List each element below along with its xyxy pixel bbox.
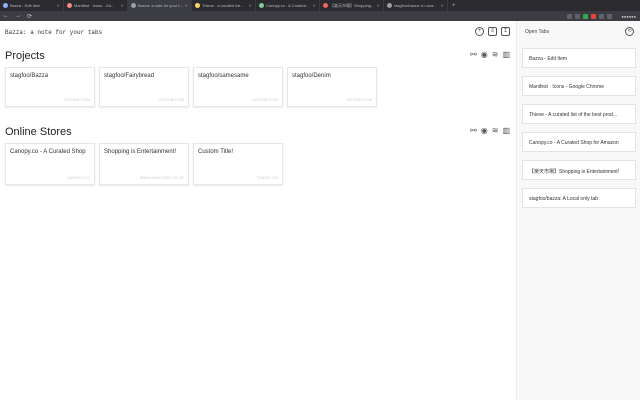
open-tab-item[interactable]: Canopy.co - A Curated Shop for Amazon bbox=[522, 132, 636, 152]
close-icon[interactable]: ✕ bbox=[441, 3, 444, 8]
browser-tab[interactable]: 【楽天市場】Shopping... ✕ bbox=[320, 0, 384, 11]
card-url: GITHUB.COM bbox=[346, 97, 372, 102]
tab-card[interactable]: Custom Title! THIEVE.CO bbox=[193, 143, 283, 185]
browser-tab[interactable]: Bazza - Edit Item ✕ bbox=[0, 0, 64, 11]
tab-favicon-icon bbox=[131, 3, 136, 8]
open-tab-item[interactable]: Manifest · Icons - Google Chrome bbox=[522, 76, 636, 96]
card-title: stagfoo/samesame bbox=[198, 73, 249, 79]
card-url: CANOPY.CO bbox=[66, 175, 91, 180]
browser-tab[interactable]: Thieve - a curated list... ✕ bbox=[192, 0, 256, 11]
extensions-area bbox=[566, 13, 618, 19]
link-icon[interactable]: ⚯ bbox=[470, 126, 477, 135]
tab-favicon-icon bbox=[3, 3, 8, 8]
layers-icon[interactable]: ≋ bbox=[492, 50, 499, 59]
open-tabs-sidebar: Open Tabs ⟲ Bazza - Edit Item Manifest ·… bbox=[516, 21, 640, 400]
close-icon[interactable]: ✕ bbox=[313, 3, 316, 8]
extension-icon[interactable] bbox=[574, 13, 580, 19]
section-actions: ⚯ ◉ ≋ ▥ bbox=[470, 126, 510, 135]
open-tab-item[interactable]: Bazza - Edit Item bbox=[522, 48, 636, 68]
trash-icon[interactable]: ▥ bbox=[502, 50, 510, 59]
tab-card[interactable]: Shopping is Entertainment! WWW.RAKUTEN.CO… bbox=[99, 143, 189, 185]
tab-favicon-icon bbox=[323, 3, 328, 8]
close-icon[interactable]: ✕ bbox=[249, 3, 252, 8]
eye-icon[interactable]: ◉ bbox=[481, 50, 488, 59]
tab-card[interactable]: stagfoo/Denim GITHUB.COM bbox=[287, 67, 377, 107]
browser-tab-strip: Bazza - Edit Item ✕ Manifest · Icons - Go… bbox=[0, 0, 640, 11]
card-title: stagfoo/Denim bbox=[292, 73, 331, 79]
open-tabs-list: Bazza - Edit Item Manifest · Icons - Goo… bbox=[522, 48, 636, 216]
tab-favicon-icon bbox=[67, 3, 72, 8]
close-icon[interactable]: ✕ bbox=[377, 3, 380, 8]
extension-icon[interactable] bbox=[566, 13, 572, 19]
browser-tab-title: Manifest · Icons - Go... bbox=[74, 3, 115, 8]
app-title: Bazza: a note for your tabs bbox=[5, 28, 103, 36]
browser-tab-title: Canopy.co - A Curated... bbox=[266, 3, 310, 8]
section-title: Online Stores bbox=[5, 126, 72, 138]
tab-favicon-icon bbox=[387, 3, 392, 8]
card-title: stagfoo/Bazza bbox=[10, 73, 49, 79]
card-url: GITHUB.COM bbox=[158, 97, 184, 102]
browser-tab-title: Thieve - a curated list... bbox=[202, 3, 244, 8]
card-title: Custom Title! bbox=[198, 149, 234, 155]
eye-icon[interactable]: ◉ bbox=[481, 126, 488, 135]
layers-icon[interactable]: ≋ bbox=[492, 126, 499, 135]
app-header-actions: + ≡ ↥ bbox=[475, 27, 510, 36]
tab-card[interactable]: stagfoo/Fairybread GITHUB.COM bbox=[99, 67, 189, 107]
tab-favicon-icon bbox=[259, 3, 264, 8]
section-online-stores: Online Stores ⚯ ◉ ≋ ▥ Canopy.co - A Cura… bbox=[0, 124, 516, 188]
browser-tab-title: 【楽天市場】Shopping... bbox=[330, 2, 375, 8]
open-tab-item[interactable]: Thieve - A curated list of the best prod… bbox=[522, 104, 636, 124]
browser-tab-title: Bazza - Edit Item bbox=[10, 3, 41, 8]
card-title: Shopping is Entertainment! bbox=[104, 149, 177, 155]
card-title: Canopy.co - A Curated Shop bbox=[10, 149, 86, 155]
refresh-icon[interactable]: ⟲ bbox=[625, 27, 634, 36]
app-header: Bazza: a note for your tabs + ≡ ↥ bbox=[0, 21, 516, 43]
back-icon[interactable]: ← bbox=[0, 13, 12, 19]
browser-tab[interactable]: Canopy.co - A Curated... ✕ bbox=[256, 0, 320, 11]
section-actions: ⚯ ◉ ≋ ▥ bbox=[470, 50, 510, 59]
plus-circle-icon[interactable]: + bbox=[475, 27, 484, 36]
close-icon[interactable]: ✕ bbox=[57, 3, 60, 8]
extension-icon[interactable] bbox=[598, 13, 604, 19]
section-title: Projects bbox=[5, 50, 45, 62]
close-icon[interactable]: ✕ bbox=[185, 3, 188, 8]
open-tab-item[interactable]: 【楽天市場】Shopping is Entertainment! bbox=[522, 160, 636, 180]
tab-card[interactable]: stagfoo/samesame GITHUB.COM bbox=[193, 67, 283, 107]
card-url: GITHUB.COM bbox=[252, 97, 278, 102]
browser-toolbar: ← → ⟳ ●●●●●● bbox=[0, 11, 640, 21]
extension-icon[interactable] bbox=[582, 13, 588, 19]
card-url: WWW.RAKUTEN.CO.JP bbox=[139, 175, 184, 180]
forward-icon[interactable]: → bbox=[12, 13, 24, 19]
browser-tab-active[interactable]: Bazza: a note for your t... ✕ bbox=[128, 0, 192, 11]
link-icon[interactable]: ⚯ bbox=[470, 50, 477, 59]
browser-tab-title: stagfoo/bazza: A Loca... bbox=[394, 3, 437, 8]
card-url: THIEVE.CO bbox=[256, 175, 278, 180]
share-icon[interactable]: ↥ bbox=[501, 27, 510, 36]
tab-card[interactable]: Canopy.co - A Curated Shop CANOPY.CO bbox=[5, 143, 95, 185]
card-url: GITHUB.COM bbox=[64, 97, 90, 102]
trash-icon[interactable]: ▥ bbox=[502, 126, 510, 135]
close-icon[interactable]: ✕ bbox=[121, 3, 124, 8]
browser-tab[interactable]: Manifest · Icons - Go... ✕ bbox=[64, 0, 128, 11]
browser-tab[interactable]: stagfoo/bazza: A Loca... ✕ bbox=[384, 0, 448, 11]
tab-card[interactable]: stagfoo/Bazza GITHUB.COM bbox=[5, 67, 95, 107]
card-list: stagfoo/Bazza GITHUB.COM stagfoo/Fairybre… bbox=[5, 67, 377, 107]
new-tab-button[interactable]: + bbox=[448, 3, 460, 9]
card-title: stagfoo/Fairybread bbox=[104, 73, 155, 79]
reload-icon[interactable]: ⟳ bbox=[24, 13, 35, 20]
sidebar-heading: Open Tabs bbox=[525, 29, 550, 35]
open-tab-item[interactable]: stagfoo/bazza: A Local only tab bbox=[522, 188, 636, 208]
extension-icon[interactable] bbox=[590, 13, 596, 19]
section-projects: Projects ⚯ ◉ ≋ ▥ stagfoo/Bazza GITHUB.COM… bbox=[0, 48, 516, 112]
browser-tab-title: Bazza: a note for your t... bbox=[138, 3, 183, 8]
tab-favicon-icon bbox=[195, 3, 200, 8]
profile-button[interactable]: ●●●●●● bbox=[618, 14, 640, 19]
layers-icon[interactable]: ≡ bbox=[488, 27, 497, 36]
extension-icon[interactable] bbox=[606, 13, 612, 19]
card-list: Canopy.co - A Curated Shop CANOPY.CO Shop… bbox=[5, 143, 283, 185]
